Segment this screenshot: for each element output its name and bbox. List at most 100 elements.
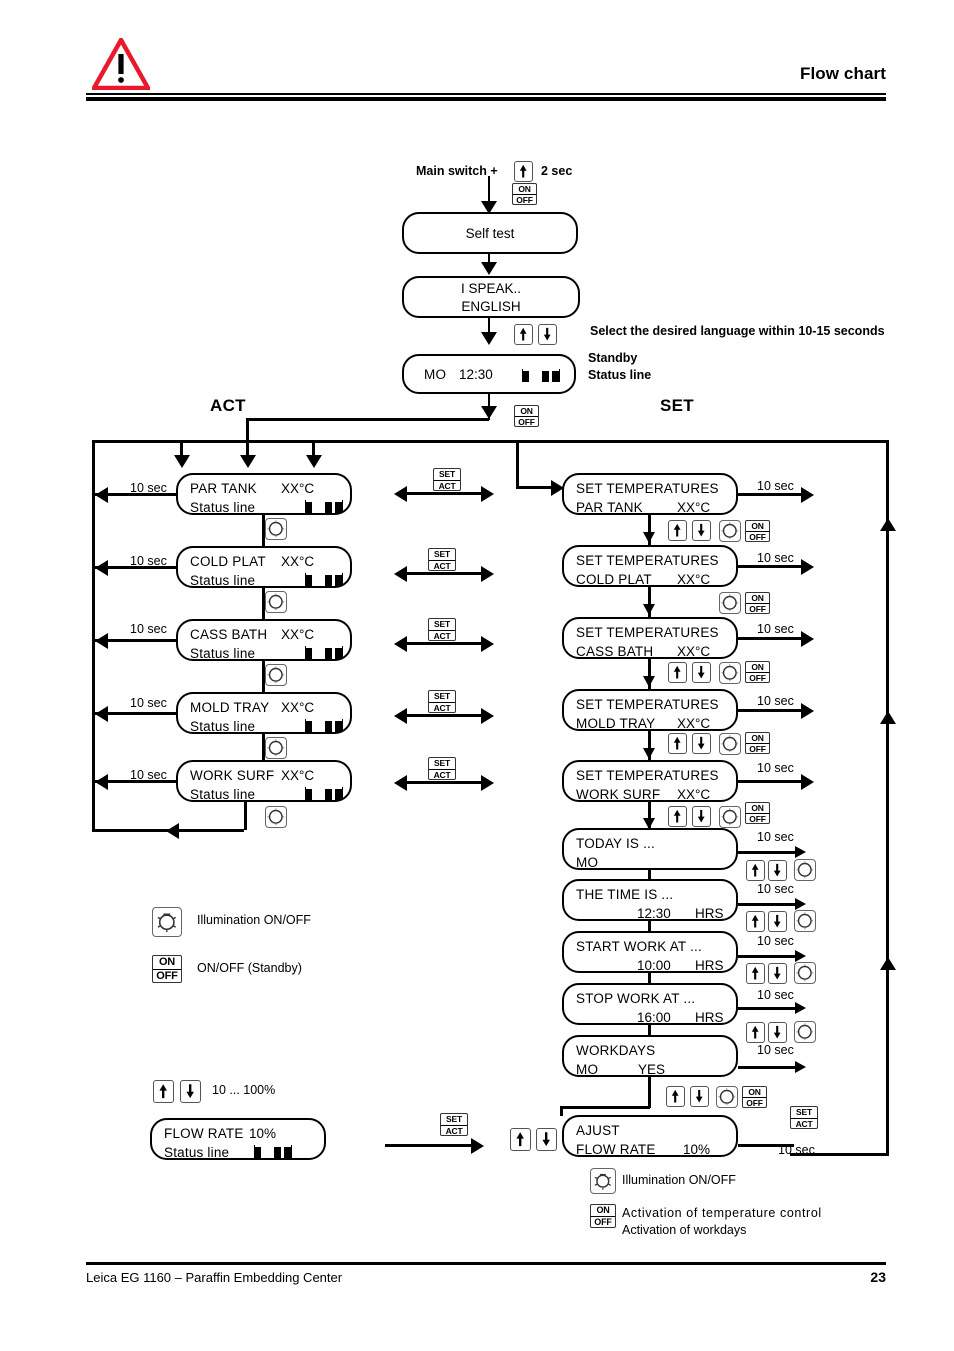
illumination-key-icon[interactable] (265, 591, 287, 613)
down-arrow-key-icon[interactable] (692, 806, 711, 827)
illumination-key-icon[interactable] (719, 662, 741, 684)
lcd-set-mold-tray: SET TEMPERATURES MOLD TRAY XX°C (562, 689, 738, 731)
header-rule-thin (86, 93, 886, 95)
lcd-act-work-surf: WORK SURF XX°C Status line (176, 760, 352, 802)
lcd-act-cold-plat: COLD PLAT XX°C Status line (176, 546, 352, 588)
down-arrow-key-icon[interactable] (690, 1086, 709, 1107)
lcd-temp: XX°C (677, 787, 711, 802)
up-arrow-key-icon[interactable] (746, 860, 765, 881)
up-arrow-key-icon[interactable] (514, 161, 533, 182)
flow-arrowhead (95, 560, 108, 576)
lcd-title: SET TEMPERATURES (576, 768, 719, 783)
lcd-start-work-at: START WORK AT ... 10:00 HRS (562, 931, 738, 973)
illumination-key-icon[interactable] (794, 1021, 816, 1043)
up-arrow-key-icon[interactable] (668, 733, 687, 754)
up-arrow-key-icon[interactable] (668, 662, 687, 683)
up-arrow-key-icon[interactable] (668, 806, 687, 827)
flow-arrowhead (95, 633, 108, 649)
flow-arrowhead (642, 748, 655, 759)
lcd-status: Status line (190, 500, 256, 515)
lcd-stop-work-at: STOP WORK AT ... 16:00 HRS (562, 983, 738, 1025)
on-off-key-icon[interactable]: ON OFF (745, 520, 770, 542)
lcd-title: AJUST (576, 1123, 620, 1138)
legend-activation-workdays-label: Activation of workdays (622, 1223, 747, 1237)
lcd-status: Status line (190, 573, 256, 588)
lcd-value: MO (576, 1062, 599, 1077)
set-act-key-icon[interactable]: SET ACT (440, 1113, 468, 1136)
flow-arrowhead (801, 703, 814, 719)
flow-arrowhead (394, 636, 407, 652)
up-arrow-key-icon[interactable] (153, 1080, 174, 1103)
on-off-key-icon[interactable]: ON OFF (745, 802, 770, 824)
set-act-key-icon[interactable]: SET ACT (428, 618, 456, 641)
up-arrow-key-icon[interactable] (510, 1128, 531, 1151)
duration-label: 2 sec (541, 164, 573, 178)
set-act-key-icon[interactable]: SET ACT (428, 690, 456, 713)
illumination-key-icon[interactable] (265, 664, 287, 686)
header-rule-thick (86, 97, 886, 101)
flow-arrowhead (481, 708, 494, 724)
illumination-key-icon[interactable] (794, 910, 816, 932)
up-arrow-key-icon[interactable] (514, 324, 533, 345)
down-arrow-key-icon[interactable] (180, 1080, 201, 1103)
illumination-key-icon[interactable] (719, 806, 741, 828)
flow-arrowhead (801, 774, 814, 790)
down-arrow-key-icon[interactable] (692, 520, 711, 541)
up-arrow-key-icon[interactable] (746, 1022, 765, 1043)
down-arrow-key-icon[interactable] (692, 662, 711, 683)
down-arrow-key-icon[interactable] (768, 860, 787, 881)
status-bar-icon (305, 573, 343, 586)
lcd-name: MOLD TRAY (576, 716, 656, 731)
up-arrow-key-icon[interactable] (746, 911, 765, 932)
timeout-label: 10 sec (757, 622, 794, 636)
flow-arrowhead (879, 957, 896, 970)
on-off-key-icon[interactable]: ON OFF (742, 1086, 767, 1108)
lcd-title: SET TEMPERATURES (576, 481, 719, 496)
up-arrow-key-icon[interactable] (746, 963, 765, 984)
down-arrow-key-icon[interactable] (768, 911, 787, 932)
illumination-key-icon[interactable] (719, 592, 741, 614)
lcd-title: STOP WORK AT ... (576, 991, 696, 1006)
set-act-key-icon[interactable]: SET ACT (428, 548, 456, 571)
flow-arrowhead (95, 774, 108, 790)
lcd-value: 10:00 (637, 958, 671, 973)
on-off-key-icon[interactable]: ON OFF (512, 183, 537, 205)
flow-line (560, 1106, 563, 1116)
flow-arrowhead (795, 1060, 806, 1073)
lcd-name: WORK SURF (576, 787, 661, 802)
on-off-key-icon[interactable]: ON OFF (152, 955, 182, 983)
set-act-key-icon[interactable]: SET ACT (790, 1106, 818, 1129)
flow-arrowhead (305, 455, 322, 468)
lcd-temp: XX°C (281, 700, 315, 715)
on-off-key-icon[interactable]: ON OFF (745, 661, 770, 683)
setact-arrow-line (405, 492, 485, 495)
up-arrow-key-icon[interactable] (666, 1086, 685, 1107)
illumination-key-icon[interactable] (719, 733, 741, 755)
down-arrow-key-icon[interactable] (768, 1022, 787, 1043)
illumination-key-icon[interactable] (265, 518, 287, 540)
illumination-key-icon[interactable] (265, 806, 287, 828)
illumination-key-icon[interactable] (716, 1086, 738, 1108)
set-act-key-icon[interactable]: SET ACT (428, 757, 456, 780)
up-arrow-key-icon[interactable] (668, 520, 687, 541)
illumination-key-icon[interactable] (794, 859, 816, 881)
on-off-key-icon[interactable]: ON OFF (745, 732, 770, 754)
down-arrow-key-icon[interactable] (692, 733, 711, 754)
illumination-key-icon[interactable] (152, 907, 182, 937)
flow-arrowhead (642, 604, 655, 615)
down-arrow-key-icon[interactable] (538, 324, 557, 345)
lcd-title: SET TEMPERATURES (576, 625, 719, 640)
illumination-key-icon[interactable] (794, 962, 816, 984)
down-arrow-key-icon[interactable] (768, 963, 787, 984)
illumination-key-icon[interactable] (265, 737, 287, 759)
on-off-key-icon[interactable]: ON OFF (590, 1204, 616, 1228)
set-act-key-icon[interactable]: SET ACT (433, 468, 461, 491)
timeout-label: 10 sec (778, 1143, 815, 1157)
on-off-key-icon[interactable]: ON OFF (745, 592, 770, 614)
down-arrow-key-icon[interactable] (536, 1128, 557, 1151)
illumination-key-icon[interactable] (719, 520, 741, 542)
lcd-title: SET TEMPERATURES (576, 697, 719, 712)
on-off-key-icon[interactable]: ON OFF (514, 405, 539, 427)
illumination-key-icon[interactable] (590, 1168, 616, 1194)
setact-arrow-line (405, 642, 485, 645)
